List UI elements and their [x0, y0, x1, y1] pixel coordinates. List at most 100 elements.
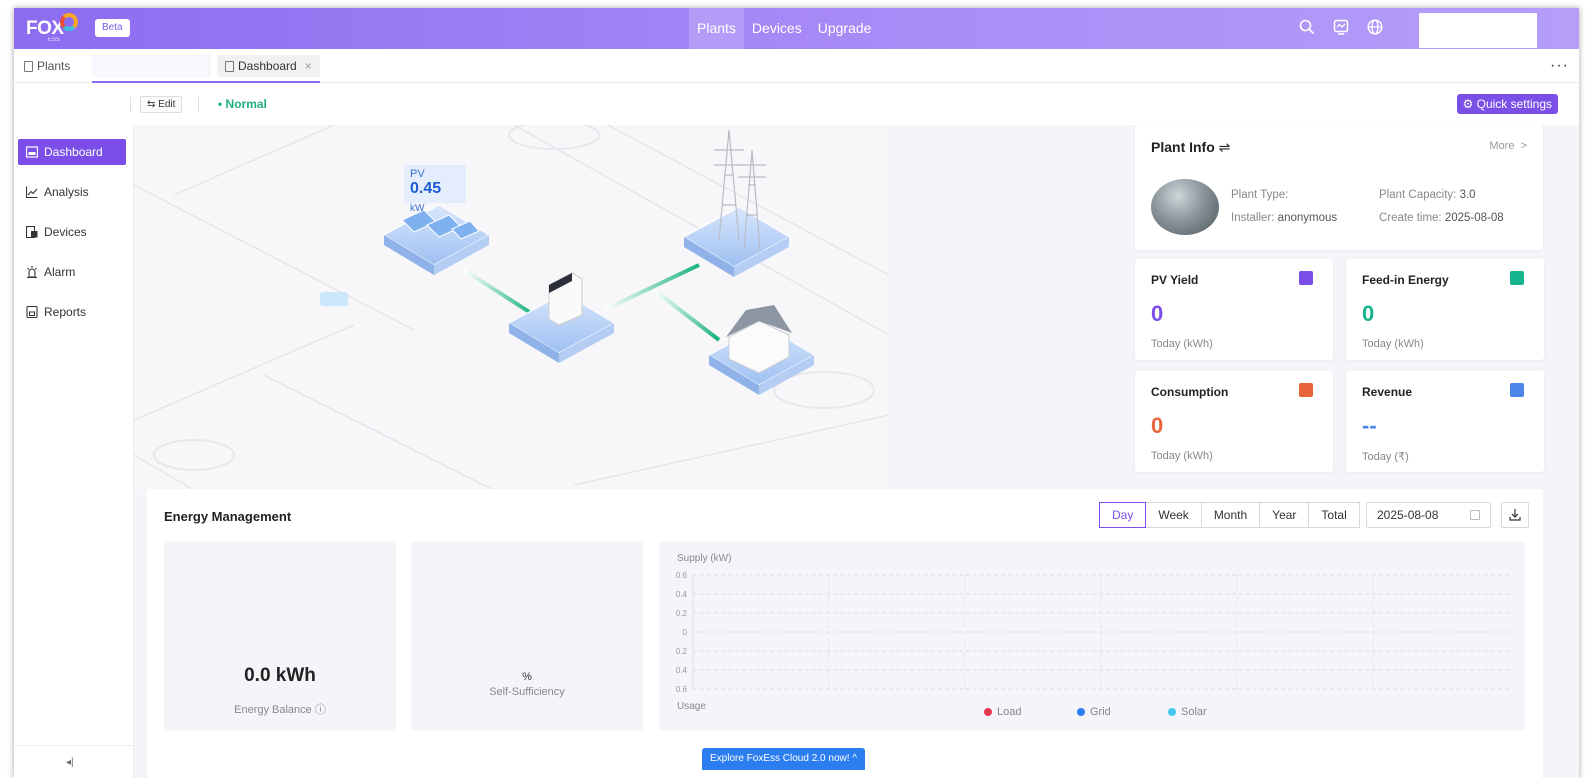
edit-label: Edit: [158, 99, 176, 110]
capacity-row: Plant Capacity: 3.0: [1379, 189, 1476, 201]
stat-unit: Today (kWh): [1362, 338, 1424, 350]
more-options-icon[interactable]: ···: [1550, 57, 1569, 75]
stat-value: --: [1362, 413, 1377, 438]
app-window: FOX ESS Beta Plants Devices Upgrade Plan…: [14, 8, 1579, 778]
tab-plants[interactable]: Plants: [24, 55, 70, 77]
tab-dashboard[interactable]: Dashboard ×: [217, 55, 320, 77]
nav-upgrade[interactable]: Upgrade: [810, 8, 880, 49]
stat-label: Revenue: [1362, 385, 1413, 399]
collapse-sidebar-icon[interactable]: ◂|: [66, 757, 74, 768]
self-sufficiency-value: %: [522, 671, 532, 683]
create-time-value: 2025-08-08: [1444, 212, 1504, 224]
edit-button[interactable]: ⇆ Edit: [140, 96, 183, 113]
plant-type-key: Plant Type:: [1231, 189, 1289, 201]
dashboard-icon: [26, 146, 38, 158]
reports-icon: [26, 306, 38, 318]
legend-solar[interactable]: Solar: [1168, 706, 1207, 718]
stat-value: 0: [1151, 413, 1164, 438]
pv-power-value: 0.45: [410, 180, 442, 197]
self-sufficiency-label: Self-Sufficiency: [489, 686, 565, 698]
stat-card-consumption: Consumption 0 Today (kWh): [1135, 371, 1333, 472]
legend-grid[interactable]: Grid: [1077, 706, 1111, 718]
top-icons: [1298, 18, 1384, 36]
download-button[interactable]: [1501, 502, 1529, 528]
sidebar-item-label: Devices: [44, 225, 87, 239]
close-icon[interactable]: ×: [305, 55, 312, 77]
stat-card-feed-in: Feed-in Energy 0 Today (kWh): [1346, 259, 1544, 360]
stat-label: Consumption: [1151, 385, 1229, 399]
chart-ytick-label: 0.6: [676, 571, 688, 580]
installer-row: Installer: anonymous: [1231, 212, 1337, 224]
period-week[interactable]: Week: [1145, 502, 1202, 528]
pv-power-unit: kW: [410, 203, 425, 214]
switch-icon[interactable]: ⇌: [1219, 139, 1231, 155]
chart-ylabel-bottom: Usage: [677, 701, 706, 712]
plant-info-more-link[interactable]: More >: [1489, 140, 1527, 152]
sidebar-item-label: Dashboard: [44, 145, 103, 159]
help-icon[interactable]: ⓘ: [315, 704, 326, 716]
divider: [198, 97, 199, 112]
sidebar-item-analysis[interactable]: Analysis: [18, 179, 126, 205]
stat-card-revenue: Revenue -- Today (₹): [1346, 371, 1544, 472]
stat-value: 0: [1151, 301, 1164, 326]
chart-ytick-label: 0.4: [676, 666, 688, 675]
stat-unit: Today (₹): [1362, 451, 1409, 463]
feed-in-icon: [1510, 271, 1524, 285]
alarm-icon: [27, 266, 37, 278]
installer-key: Installer:: [1231, 212, 1275, 224]
pv-label-title: PV: [410, 168, 425, 180]
legend-label: Solar: [1181, 706, 1207, 718]
chart-svg: Supply (kW) Usage 0.6 0.4 0.2 0 0.2 0.4 0.6: [676, 553, 1509, 712]
sidebar-item-devices[interactable]: Devices: [18, 219, 126, 245]
chevron-right-icon: >: [1517, 140, 1527, 152]
plant-info-title: Plant Info ⇌: [1151, 139, 1230, 156]
sidebar-item-alarm[interactable]: Alarm: [18, 259, 126, 285]
period-day[interactable]: Day: [1099, 502, 1147, 528]
tab-plant-name[interactable]: [92, 54, 210, 78]
date-picker[interactable]: 2025-08-08: [1366, 502, 1491, 528]
monitor-icon[interactable]: [1332, 18, 1350, 36]
calendar-icon: [1470, 510, 1480, 520]
quick-settings-label: Quick settings: [1476, 97, 1552, 111]
user-menu[interactable]: [1419, 13, 1537, 48]
sidebar-item-dashboard[interactable]: Dashboard: [18, 139, 126, 165]
period-total[interactable]: Total: [1308, 502, 1360, 528]
analysis-icon: [26, 186, 38, 198]
sidebar-item-label: Reports: [44, 305, 87, 319]
revenue-icon: [1510, 383, 1524, 397]
energy-flow-illustration: [134, 125, 889, 490]
plant-photo: [1151, 179, 1219, 235]
legend-load[interactable]: Load: [984, 706, 1021, 718]
self-sufficiency-box: % Self-Sufficiency: [411, 541, 643, 731]
explore-cloud-banner[interactable]: Explore FoxEss Cloud 2.0 now! ^: [702, 748, 865, 770]
capacity-key: Plant Capacity:: [1379, 189, 1457, 201]
supply-usage-chart: Supply (kW) Usage 0.6 0.4 0.2 0 0.2 0.4 0.6 Lo…: [659, 541, 1525, 731]
energy-management-title: Energy Management: [164, 509, 292, 524]
nav-devices[interactable]: Devices: [744, 8, 810, 49]
nav-plants[interactable]: Plants: [689, 8, 744, 49]
capacity-value: 3.0: [1459, 189, 1476, 201]
globe-icon[interactable]: [1366, 18, 1384, 36]
pv-yield-icon: [1299, 271, 1313, 285]
chart-ytick-label: 0.2: [676, 647, 688, 656]
energy-flow-scene: PV 0.45 kW: [134, 125, 889, 490]
legend-dot: [1077, 708, 1085, 716]
search-icon[interactable]: [1298, 18, 1316, 36]
tab-dashboard-label: Dashboard: [238, 59, 297, 73]
period-month[interactable]: Month: [1200, 502, 1261, 528]
energy-balance-box: 0.0 kWh Energy Balance ⓘ: [164, 541, 396, 731]
chart-ytick-label: 0: [683, 628, 688, 637]
sub-toolbar: ⇆ Edit • Normal ⚙ Quick settings: [14, 83, 1579, 125]
date-value: 2025-08-08: [1377, 508, 1439, 522]
document-icon: [225, 60, 234, 72]
tab-plants-label: Plants: [37, 59, 71, 73]
pv-power-label[interactable]: PV 0.45 kW: [404, 165, 466, 214]
period-selector: Day Week Month Year Total: [1099, 502, 1360, 528]
stat-unit: Today (kWh): [1151, 338, 1213, 350]
plant-info-title-text: Plant Info: [1151, 139, 1215, 155]
sidebar-item-reports[interactable]: Reports: [18, 299, 126, 325]
period-year[interactable]: Year: [1259, 502, 1310, 528]
quick-settings-button[interactable]: ⚙ Quick settings: [1456, 94, 1558, 114]
stat-unit: Today (kWh): [1151, 450, 1213, 462]
divider: [14, 745, 134, 746]
